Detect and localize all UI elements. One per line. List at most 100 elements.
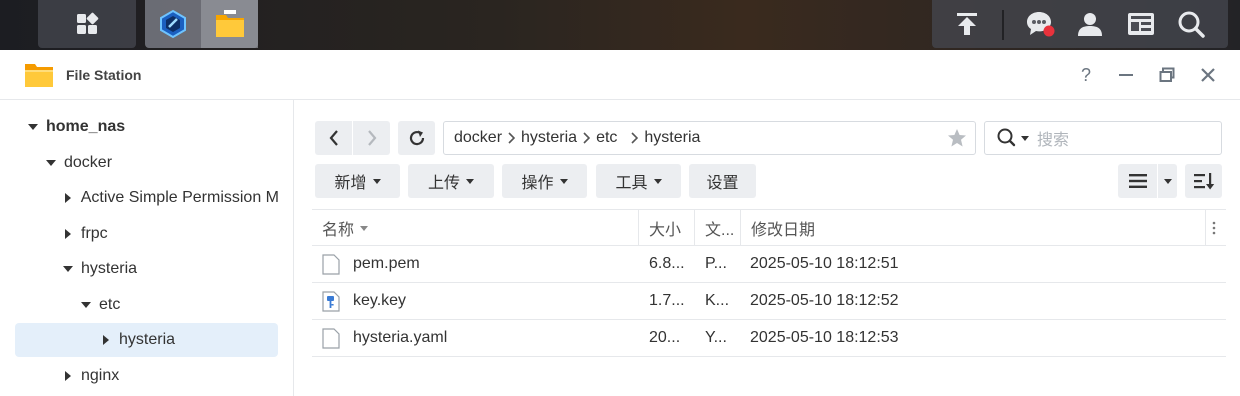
caret-down-icon — [466, 179, 474, 184]
notification-badge — [1043, 25, 1055, 37]
file-name[interactable]: key.key — [353, 283, 633, 319]
tree-node-etc[interactable]: etc — [79, 288, 286, 322]
path-segment[interactable]: hysteria — [521, 129, 577, 147]
caret-down-icon[interactable] — [26, 124, 40, 130]
sort-caret-icon — [360, 226, 369, 231]
notifications-button[interactable] — [1020, 0, 1060, 48]
file-name[interactable]: pem.pem — [353, 246, 633, 282]
view-mode-dropdown[interactable] — [1158, 164, 1177, 198]
path-segment[interactable]: hysteria — [644, 129, 700, 147]
column-header-type[interactable]: 文... — [695, 210, 741, 246]
tree-node-nginx[interactable]: nginx — [61, 359, 286, 393]
restore-button[interactable] — [1155, 63, 1179, 87]
column-header-label: 修改日期 — [751, 222, 816, 239]
file-station-icon — [25, 64, 53, 87]
file-icon — [322, 246, 352, 282]
tree-node-label: home_nas — [46, 118, 126, 135]
list-view-icon — [1128, 174, 1147, 188]
search-input[interactable]: 搜索 — [984, 121, 1222, 155]
forward-button[interactable] — [353, 121, 390, 155]
file-modified: 2025-05-10 18:12:52 — [750, 292, 899, 309]
settings-button[interactable]: 设置 — [689, 164, 756, 198]
column-header-label: 名称 — [322, 222, 355, 239]
caret-down-icon[interactable] — [61, 266, 75, 272]
action-button[interactable]: 操作 — [502, 164, 587, 198]
tree-node-frpc[interactable]: frpc — [61, 217, 286, 251]
caret-right-icon[interactable] — [61, 371, 75, 381]
tree-node-label: nginx — [81, 367, 120, 384]
user-menu-button[interactable] — [1070, 0, 1110, 48]
taskbar-app-file-station[interactable] — [201, 0, 258, 48]
column-header-modified[interactable]: 修改日期 — [741, 210, 1206, 246]
path-segment[interactable]: etc — [596, 129, 617, 147]
taskbar-main-menu-group — [38, 0, 136, 48]
chevron-right-icon — [631, 132, 639, 144]
tray-divider — [1002, 10, 1004, 40]
caret-down-icon[interactable] — [79, 302, 93, 308]
file-size: 20... — [649, 329, 681, 346]
path-breadcrumb[interactable]: docker hysteria etc hysteria — [443, 121, 976, 155]
settings-button-label: 设置 — [706, 175, 739, 192]
user-icon — [1078, 13, 1102, 36]
file-modified: 2025-05-10 18:12:51 — [750, 255, 899, 272]
back-button[interactable] — [315, 121, 352, 155]
caret-right-icon[interactable] — [61, 229, 75, 239]
upload-button[interactable]: 上传 — [408, 164, 494, 198]
file-name[interactable]: hysteria.yaml — [353, 320, 633, 356]
tree-node-hysteria-selected[interactable]: hysteria — [15, 323, 278, 357]
tree-node-docker[interactable]: docker — [44, 146, 286, 180]
help-button[interactable]: ? — [1074, 63, 1098, 87]
window-titlebar[interactable]: File Station ? — [0, 50, 1240, 100]
column-header-size[interactable]: 大小 — [639, 210, 695, 246]
caret-down-icon — [559, 179, 568, 184]
taskbar-apps-group — [145, 0, 258, 48]
refresh-button[interactable] — [398, 121, 435, 155]
upload-icon — [957, 13, 977, 35]
star-icon[interactable] — [947, 128, 967, 148]
tree-node-label: hysteria — [119, 331, 176, 348]
close-icon — [1201, 68, 1215, 82]
column-header-label: 大小 — [649, 222, 682, 239]
tree-node-hysteria[interactable]: hysteria — [61, 252, 286, 286]
widgets-button[interactable] — [1120, 0, 1162, 48]
caret-right-icon[interactable] — [61, 193, 75, 203]
caret-down-icon[interactable] — [44, 160, 58, 166]
tools-button[interactable]: 工具 — [596, 164, 681, 198]
window-title: File Station — [66, 67, 142, 83]
chevron-right-icon — [583, 132, 591, 144]
table-row[interactable]: pem.pem 6.8... P... 2025-05-10 18:12:51 — [312, 246, 1226, 283]
table-row[interactable]: key.key 1.7... K... 2025-05-10 18:12:52 — [312, 283, 1226, 320]
path-segment[interactable]: docker — [454, 129, 502, 147]
minimize-button[interactable] — [1114, 63, 1138, 87]
grid-icon — [77, 12, 99, 34]
file-modified: 2025-05-10 18:12:53 — [750, 329, 899, 346]
file-type: Y... — [705, 329, 727, 346]
restore-icon — [1159, 67, 1175, 82]
view-mode-button[interactable] — [1118, 164, 1157, 198]
search-icon — [997, 128, 1016, 147]
upload-button-label: 上传 — [427, 175, 460, 192]
tree-node-home-nas[interactable]: home_nas — [26, 110, 286, 144]
caret-right-icon[interactable] — [99, 335, 113, 345]
help-icon: ? — [1080, 64, 1091, 85]
taskbar — [0, 0, 1240, 50]
global-search-button[interactable] — [1170, 0, 1212, 48]
column-header-name[interactable]: 名称 — [312, 210, 639, 246]
minimize-icon — [1119, 74, 1133, 76]
taskbar-app-package[interactable] — [145, 0, 201, 48]
tree-node-active-simple-permission[interactable]: Active Simple Permission M — [61, 181, 279, 215]
file-size: 1.7... — [649, 292, 685, 309]
tools-button-label: 工具 — [615, 175, 648, 192]
caret-down-icon — [1163, 179, 1172, 184]
main-menu-button[interactable] — [38, 0, 136, 48]
tree-node-label: frpc — [81, 225, 108, 242]
search-options-caret-icon[interactable] — [1021, 136, 1029, 141]
file-size: 6.8... — [649, 255, 685, 272]
column-options-button[interactable] — [1206, 210, 1226, 246]
action-button-label: 操作 — [521, 175, 554, 192]
close-button[interactable] — [1196, 63, 1220, 87]
upload-queue-button[interactable] — [948, 0, 986, 48]
sort-button[interactable] — [1185, 164, 1222, 198]
table-row[interactable]: hysteria.yaml 20... Y... 2025-05-10 18:1… — [312, 320, 1226, 357]
create-button[interactable]: 新增 — [315, 164, 400, 198]
